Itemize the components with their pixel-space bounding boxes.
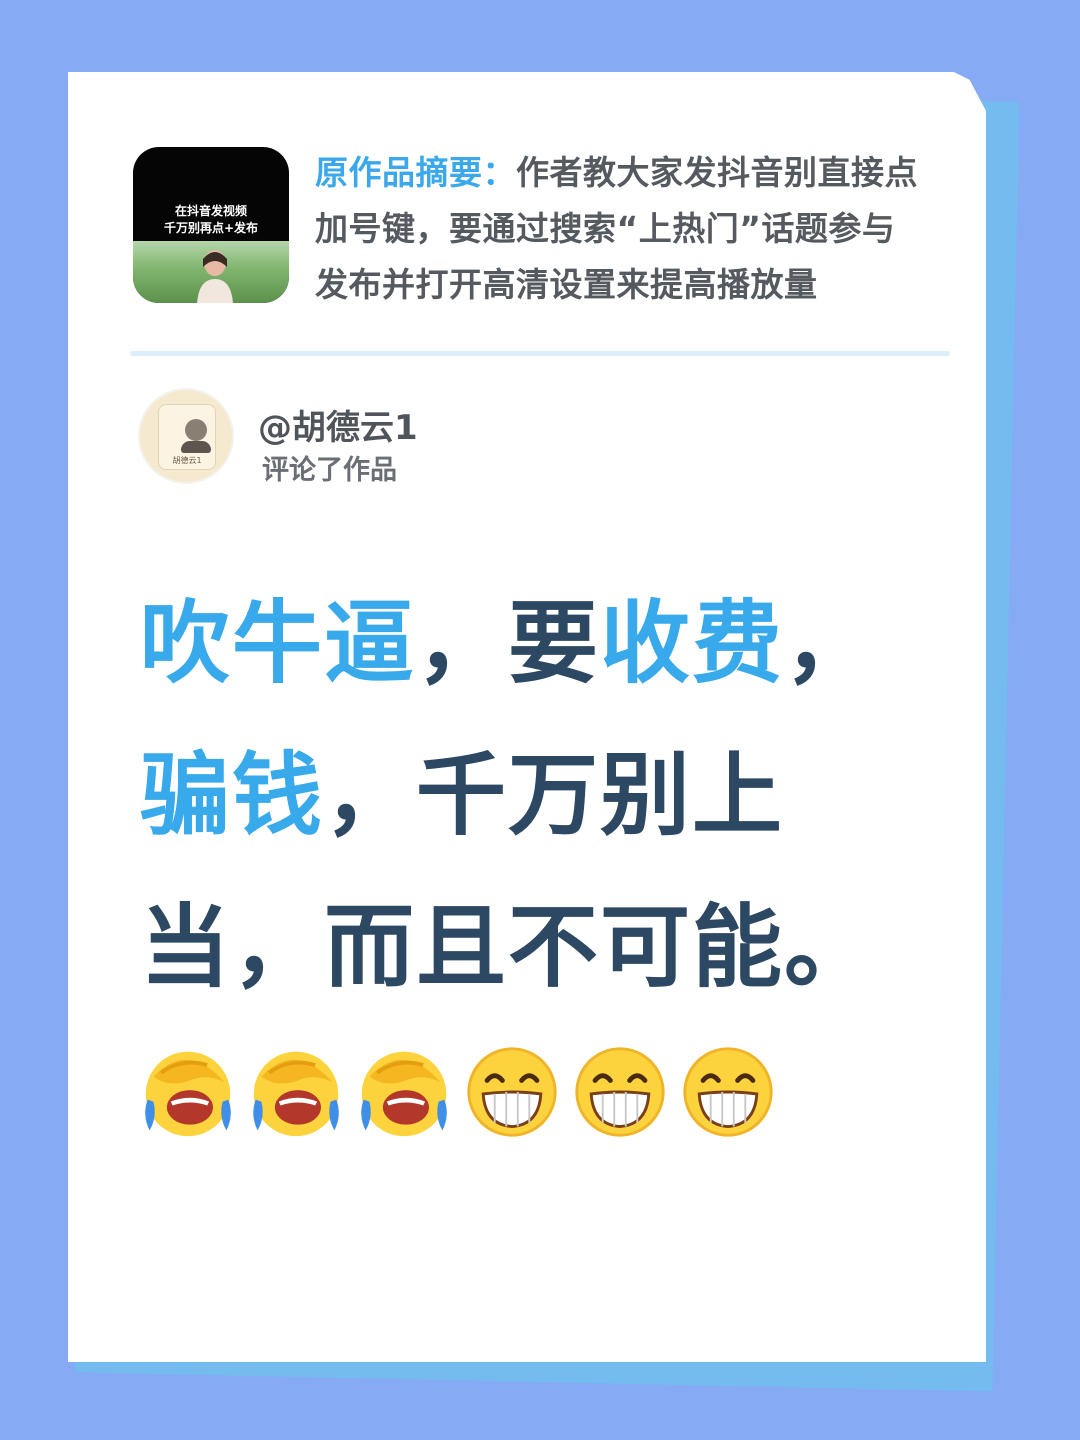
comment-segment-highlight: 收费	[600, 591, 784, 696]
avatar-card: 胡德云1	[158, 404, 216, 470]
commenter-header: 胡德云1 @胡德云1 评论了作品	[138, 388, 638, 488]
comment-card: 在抖音发视频 千万别再点+发布 原作品摘要：作者教大家发抖音别直接点加号键，要通…	[68, 72, 986, 1362]
comment-segment-highlight: 吹牛逼	[140, 591, 416, 696]
comment-text: 吹牛逼，要收费， 骗钱，千万别上当，而且不可能。	[140, 568, 940, 1024]
thumbnail-caption: 在抖音发视频 千万别再点+发布	[133, 203, 289, 237]
facepalm-laugh-emoji-icon	[361, 1051, 447, 1137]
divider	[130, 351, 950, 356]
avatar[interactable]: 胡德云1	[138, 388, 234, 484]
avatar-face	[185, 419, 207, 441]
avatar-caption: 胡德云1	[172, 456, 202, 465]
comment-segment: ，	[784, 591, 876, 696]
video-thumbnail[interactable]: 在抖音发视频 千万别再点+发布	[133, 147, 289, 303]
grin-emoji-icon	[575, 1047, 665, 1137]
summary-text-block: 原作品摘要：作者教大家发抖音别直接点加号键，要通过搜索“上热门”话题参与发布并打…	[315, 145, 923, 313]
comment-segment-highlight: 骗钱	[140, 743, 324, 848]
original-work-summary[interactable]: 在抖音发视频 千万别再点+发布 原作品摘要：作者教大家发抖音别直接点加号键，要通…	[133, 147, 923, 307]
emoji-row	[140, 1044, 776, 1140]
avatar-body	[181, 441, 211, 453]
grin-emoji-icon	[467, 1047, 557, 1137]
summary-label: 原作品摘要：	[315, 153, 516, 192]
username[interactable]: @胡德云1	[258, 400, 418, 449]
comment-segment: ，要	[416, 591, 600, 696]
grin-emoji-icon	[683, 1047, 773, 1137]
thumbnail-person	[197, 250, 233, 303]
facepalm-laugh-emoji-icon	[145, 1051, 231, 1137]
thumbnail-caption-line2: 千万别再点+发布	[163, 221, 259, 235]
facepalm-laugh-emoji-icon	[253, 1051, 339, 1137]
comment-action-label: 评论了作品	[262, 455, 397, 486]
thumbnail-caption-line1: 在抖音发视频	[174, 204, 247, 218]
